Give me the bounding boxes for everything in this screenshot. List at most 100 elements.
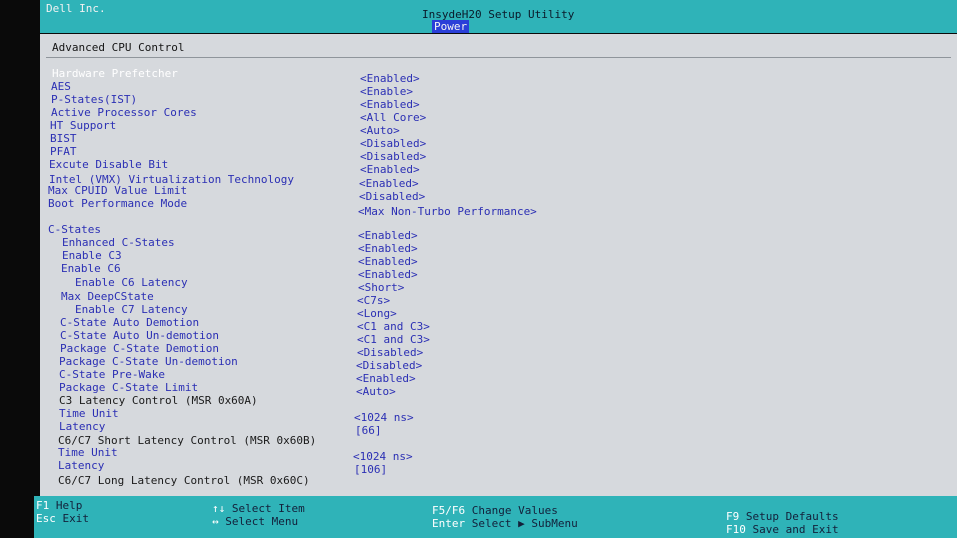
setting-row[interactable]: C-State Auto Un-demotion (60, 329, 219, 342)
setting-value[interactable]: [66] (355, 424, 382, 437)
setting-row[interactable]: HT Support (50, 119, 116, 132)
left-right-arrows-icon: ↔ (212, 515, 219, 528)
section-header: C3 Latency Control (MSR 0x60A) (59, 394, 258, 407)
setting-label: Enable C6 (61, 262, 121, 275)
setting-label: Hardware Prefetcher (52, 67, 178, 80)
setting-value[interactable]: <Disabled> (357, 346, 423, 359)
setting-value[interactable]: <Enabled> (356, 372, 416, 385)
setting-value[interactable]: [106] (354, 463, 387, 476)
setting-label: AES (51, 80, 71, 93)
setting-row[interactable]: Active Processor Cores (51, 106, 197, 119)
setting-value[interactable]: <Disabled> (360, 150, 426, 163)
f1-desc: Help (55, 499, 83, 512)
f1-key: F1 (36, 499, 50, 512)
setting-row[interactable]: Enable C7 Latency (75, 303, 188, 316)
setting-value-text: <Enabled> (359, 177, 419, 190)
setting-value[interactable]: <Auto> (360, 124, 400, 137)
setting-row[interactable]: Time Unit (58, 446, 118, 459)
setting-row[interactable]: Enable C6 Latency (75, 276, 188, 289)
setting-row[interactable]: Package C-State Un-demotion (59, 355, 238, 368)
setting-row[interactable]: Package C-State Demotion (60, 342, 219, 355)
setting-row[interactable]: Enable C6 (61, 262, 121, 275)
setting-label: Max DeepCState (61, 290, 154, 303)
setting-value[interactable]: <1024 ns> (353, 450, 413, 463)
setting-value[interactable]: <Disabled> (356, 359, 422, 372)
setting-row[interactable]: Hardware Prefetcher (52, 67, 178, 80)
setting-label: C-State Auto Demotion (60, 316, 200, 329)
f5f6-key: F5/F6 (432, 504, 466, 517)
setting-value[interactable]: <Disabled> (359, 190, 425, 203)
setting-label: Enable C6 Latency (75, 276, 188, 289)
setting-row[interactable]: Package C-State Limit (59, 381, 198, 394)
setting-value-text: <Enabled> (358, 255, 418, 268)
setting-row[interactable]: C-States (48, 223, 101, 236)
setting-value[interactable]: <C7s> (357, 294, 390, 307)
setting-value[interactable]: <C1 and C3> (357, 333, 430, 346)
setting-row[interactable]: Latency (59, 420, 105, 433)
setting-value-text: <Auto> (356, 385, 396, 398)
setting-value[interactable]: <Short> (358, 281, 404, 294)
setting-row[interactable]: Excute Disable Bit (49, 158, 168, 171)
esc-desc: Exit (62, 512, 90, 525)
setting-label: Package C-State Demotion (60, 342, 219, 355)
tab-power[interactable]: Power (432, 20, 470, 33)
setting-value[interactable]: <All Core> (360, 111, 426, 124)
section-header-label: C6/C7 Long Latency Control (MSR 0x60C) (58, 474, 310, 487)
setting-value[interactable]: <Enabled> (358, 255, 418, 268)
setting-row[interactable]: Enhanced C-States (62, 236, 175, 249)
setting-value-text: [66] (355, 424, 382, 437)
setting-value-text: <Enabled> (360, 98, 420, 111)
setting-label: Package C-State Un-demotion (59, 355, 238, 368)
change-values-hint: F5/F6 Change Values (432, 504, 558, 517)
setting-value[interactable]: <Enabled> (360, 163, 420, 176)
setting-row[interactable]: C-State Pre-Wake (59, 368, 165, 381)
setting-value[interactable]: <C1 and C3> (357, 320, 430, 333)
setting-value-text: [106] (354, 463, 388, 476)
setting-value[interactable]: <Enabled> (360, 72, 420, 85)
setting-value-text: <Enabled> (358, 268, 418, 281)
setting-value[interactable]: <Enabled> (358, 242, 418, 255)
setting-label: Max CPUID Value Limit (48, 184, 188, 197)
f10-key: F10 (726, 523, 746, 536)
setting-value[interactable]: <Disabled> (360, 137, 426, 150)
setting-row[interactable]: P-States(IST) (51, 93, 137, 106)
f10-desc: Save and Exit (752, 523, 839, 536)
setting-value[interactable]: <Max Non-Turbo Performance> (358, 205, 537, 218)
setting-value-text: <Disabled> (360, 137, 427, 150)
setting-row[interactable]: Boot Performance Mode (48, 197, 187, 210)
setting-value[interactable]: <Auto> (356, 385, 396, 398)
setting-row[interactable]: Max CPUID Value Limit (48, 184, 187, 197)
f9-desc: Setup Defaults (745, 510, 839, 523)
setting-value[interactable]: <Long> (357, 307, 397, 320)
setting-value-text: <Disabled> (356, 359, 423, 372)
setting-value-text: <Disabled> (360, 150, 427, 163)
setting-label: HT Support (50, 119, 117, 132)
setting-row[interactable]: Time Unit (59, 407, 119, 420)
setting-value[interactable]: <Enabled> (360, 98, 420, 111)
settings-panel: Advanced CPU Control Hardware Prefetcher… (40, 34, 957, 496)
setting-value[interactable]: <Enabled> (358, 229, 418, 242)
setting-value[interactable]: <Enable> (360, 85, 413, 98)
setting-row[interactable]: Max DeepCState (61, 290, 154, 303)
setting-value[interactable]: <1024 ns> (354, 411, 414, 424)
setting-value[interactable]: <Enabled> (358, 268, 418, 281)
esc-key: Esc (36, 512, 56, 525)
setting-value-text: <Enabled> (360, 72, 420, 85)
setting-value-text: <Enabled> (356, 372, 416, 385)
setting-value-text: <Long> (357, 307, 397, 320)
setting-row[interactable]: AES (51, 80, 71, 93)
setting-label: Enable C7 Latency (75, 303, 188, 316)
setting-row[interactable]: Enable C3 (62, 249, 122, 262)
setting-row[interactable]: PFAT (50, 145, 77, 158)
setting-label: Latency (59, 420, 106, 433)
select-menu-hint: ↔ Select Menu (212, 515, 298, 528)
setting-value-text: <Enabled> (358, 229, 418, 242)
setting-row[interactable]: Latency (58, 459, 104, 472)
setting-value[interactable]: <Enabled> (359, 177, 419, 190)
setting-row[interactable]: BIST (50, 132, 77, 145)
section-header: C6/C7 Long Latency Control (MSR 0x60C) (58, 474, 310, 487)
title-bar: Dell Inc. InsydeH20 Setup Utility (40, 0, 957, 22)
section-header-label: C3 Latency Control (MSR 0x60A) (59, 394, 258, 407)
vendor-name: Dell Inc. (46, 2, 106, 15)
setting-row[interactable]: C-State Auto Demotion (60, 316, 199, 329)
